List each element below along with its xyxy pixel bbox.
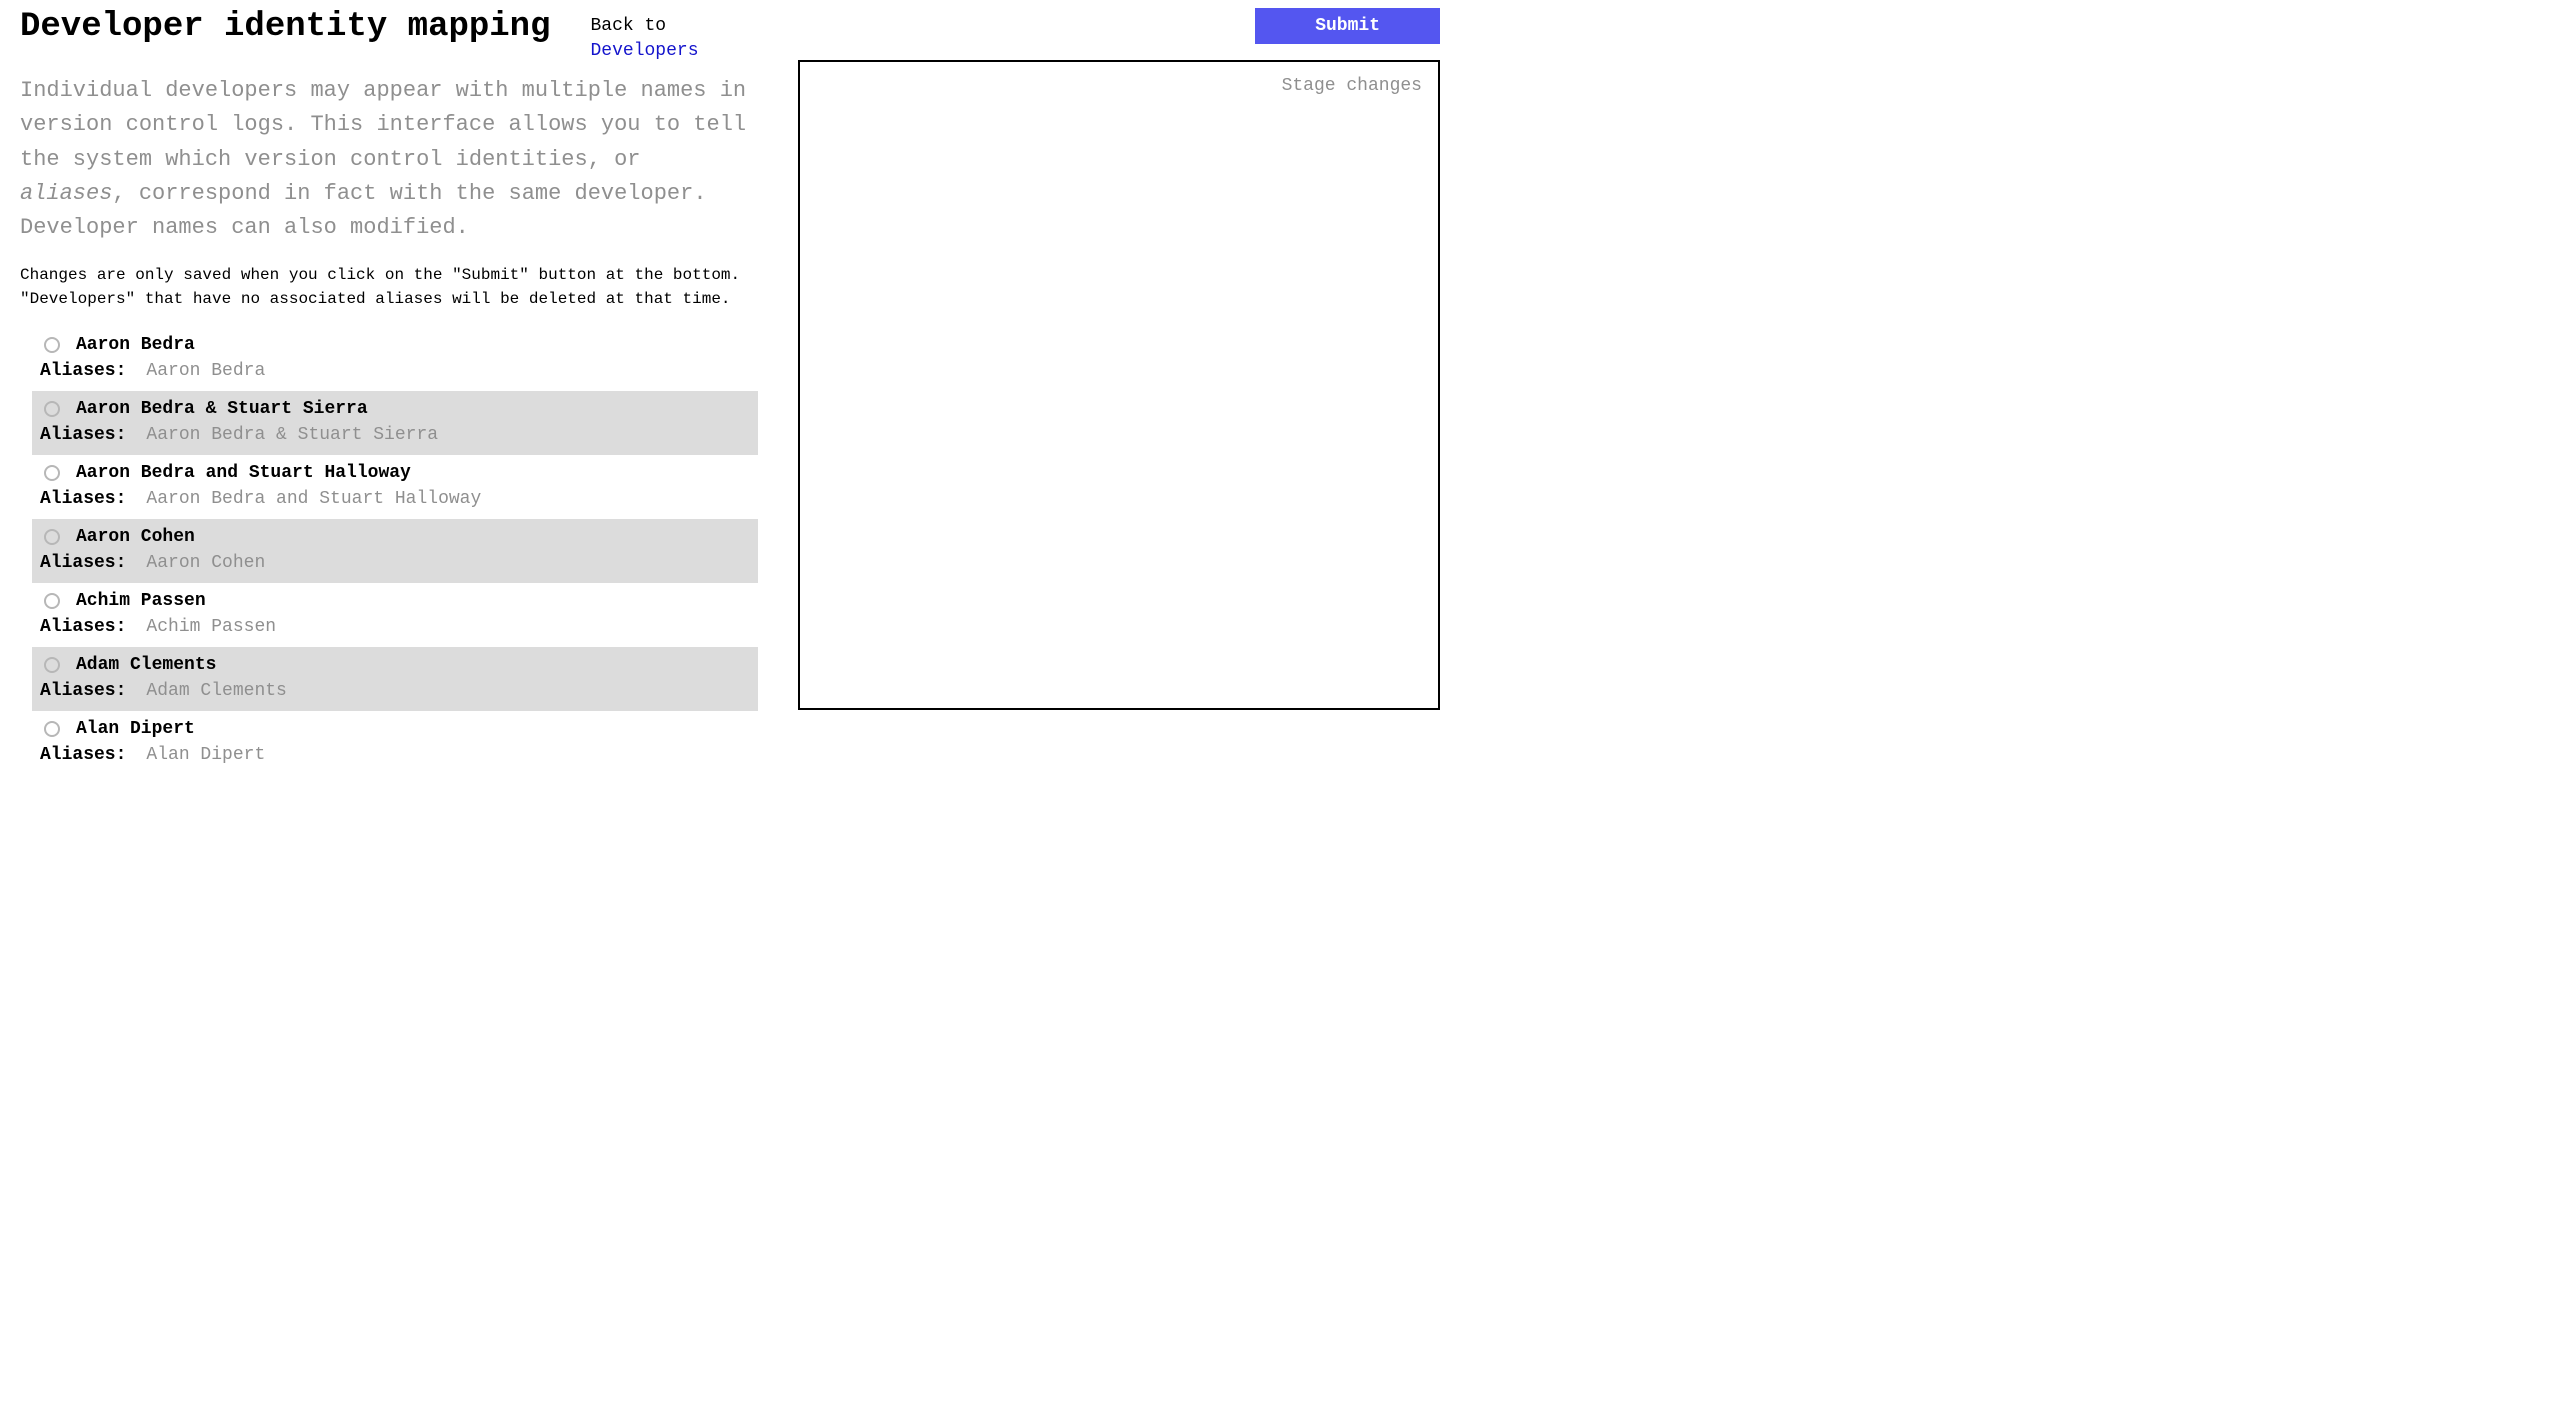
developer-select-radio[interactable] [44, 337, 60, 353]
developer-row: Achim Passen Aliases: Achim Passen [32, 583, 758, 647]
developer-select-radio[interactable] [44, 657, 60, 673]
aliases-value: Aaron Cohen [146, 553, 265, 573]
note-paragraph: Changes are only saved when you click on… [20, 263, 758, 311]
intro-em: aliases [20, 181, 112, 206]
aliases-value: Adam Clements [146, 681, 286, 701]
back-to-block: Back to Developers [591, 8, 699, 64]
developer-row: Aaron Bedra & Stuart Sierra Aliases: Aaron… [32, 391, 758, 455]
developer-row-top: Achim Passen [40, 591, 750, 611]
back-to-label: Back to [591, 16, 667, 36]
developer-row-top: Aaron Bedra & Stuart Sierra [40, 399, 750, 419]
developer-row: Aaron Bedra and Stuart HallowayAliases:A… [32, 455, 758, 519]
note-line2: "Developers" that have no associated ali… [20, 290, 731, 308]
submit-button[interactable]: Submit [1255, 8, 1440, 44]
developer-name[interactable]: Aaron Bedra and Stuart Halloway [76, 463, 411, 483]
developer-select-radio[interactable] [44, 593, 60, 609]
developer-row: Aaron Bedra Aliases: Aaron Bedra [32, 327, 758, 391]
aliases-value: Aaron Bedra [146, 361, 265, 381]
developer-aliases-line: Aliases: Alan Dipert [40, 745, 750, 765]
aliases-label: Aliases: [40, 553, 126, 573]
aliases-value: Aaron Bedra & Stuart Sierra [146, 425, 438, 445]
page-wrap: Developer identity mapping Back to Devel… [0, 0, 1460, 795]
developer-row-top: Aaron Bedra [40, 335, 750, 355]
developer-name[interactable]: Aaron Bedra & Stuart Sierra [76, 399, 368, 419]
page-title: Developer identity mapping [20, 8, 551, 46]
developer-name[interactable]: Achim Passen [76, 591, 206, 611]
developer-aliases-line: Aliases: Aaron Cohen [40, 553, 750, 573]
note-line1: Changes are only saved when you click on… [20, 266, 740, 284]
header-row: Developer identity mapping Back to Devel… [20, 8, 758, 64]
developer-row: Adam Clements Aliases: Adam Clements [32, 647, 758, 711]
developer-row-top: Aaron Cohen [40, 527, 750, 547]
aliases-label: Aliases: [40, 681, 126, 701]
developer-select-radio[interactable] [44, 401, 60, 417]
developer-aliases-line: Aliases: Aaron Bedra & Stuart Sierra [40, 425, 750, 445]
back-to-developers-link[interactable]: Developers [591, 41, 699, 61]
developer-row-top: Adam Clements [40, 655, 750, 675]
intro-pre: Individual developers may appear with mu… [20, 78, 746, 171]
aliases-value: Achim Passen [146, 617, 276, 637]
developer-name[interactable]: Alan Dipert [76, 719, 195, 739]
aliases-label: Aliases: [40, 425, 126, 445]
left-column: Developer identity mapping Back to Devel… [20, 8, 758, 775]
right-column: Submit Stage changes [798, 8, 1440, 775]
developer-name[interactable]: Aaron Bedra [76, 335, 195, 355]
aliases-label: Aliases: [40, 361, 126, 381]
developer-select-radio[interactable] [44, 721, 60, 737]
aliases-label: Aliases: [40, 489, 126, 509]
developer-aliases-line: Aliases: Aaron Bedra and Stuart Halloway [40, 489, 750, 509]
developer-aliases-line: Aliases: Aaron Bedra [40, 361, 750, 381]
stage-changes-title: Stage changes [816, 76, 1422, 96]
stage-changes-panel: Stage changes [798, 60, 1440, 710]
developer-row: Alan Dipert Aliases: Alan Dipert [32, 711, 758, 775]
developer-row-top: Alan Dipert [40, 719, 750, 739]
developer-list: Aaron BedraAliases:Aaron BedraAaron Bedr… [32, 327, 758, 775]
developer-select-radio[interactable] [44, 529, 60, 545]
developer-aliases-line: Aliases: Achim Passen [40, 617, 750, 637]
developer-row: Aaron Cohen Aliases: Aaron Cohen [32, 519, 758, 583]
developer-name[interactable]: Adam Clements [76, 655, 216, 675]
developer-aliases-line: Aliases: Adam Clements [40, 681, 750, 701]
aliases-label: Aliases: [40, 617, 126, 637]
aliases-value: Aaron Bedra and Stuart Halloway [146, 489, 481, 509]
intro-paragraph: Individual developers may appear with mu… [20, 74, 758, 244]
developer-row-top: Aaron Bedra and Stuart Halloway [40, 463, 750, 483]
intro-post: , correspond in fact with the same devel… [20, 181, 707, 240]
developer-select-radio[interactable] [44, 465, 60, 481]
aliases-value: Alan Dipert [146, 745, 265, 765]
developer-name[interactable]: Aaron Cohen [76, 527, 195, 547]
aliases-label: Aliases: [40, 745, 126, 765]
